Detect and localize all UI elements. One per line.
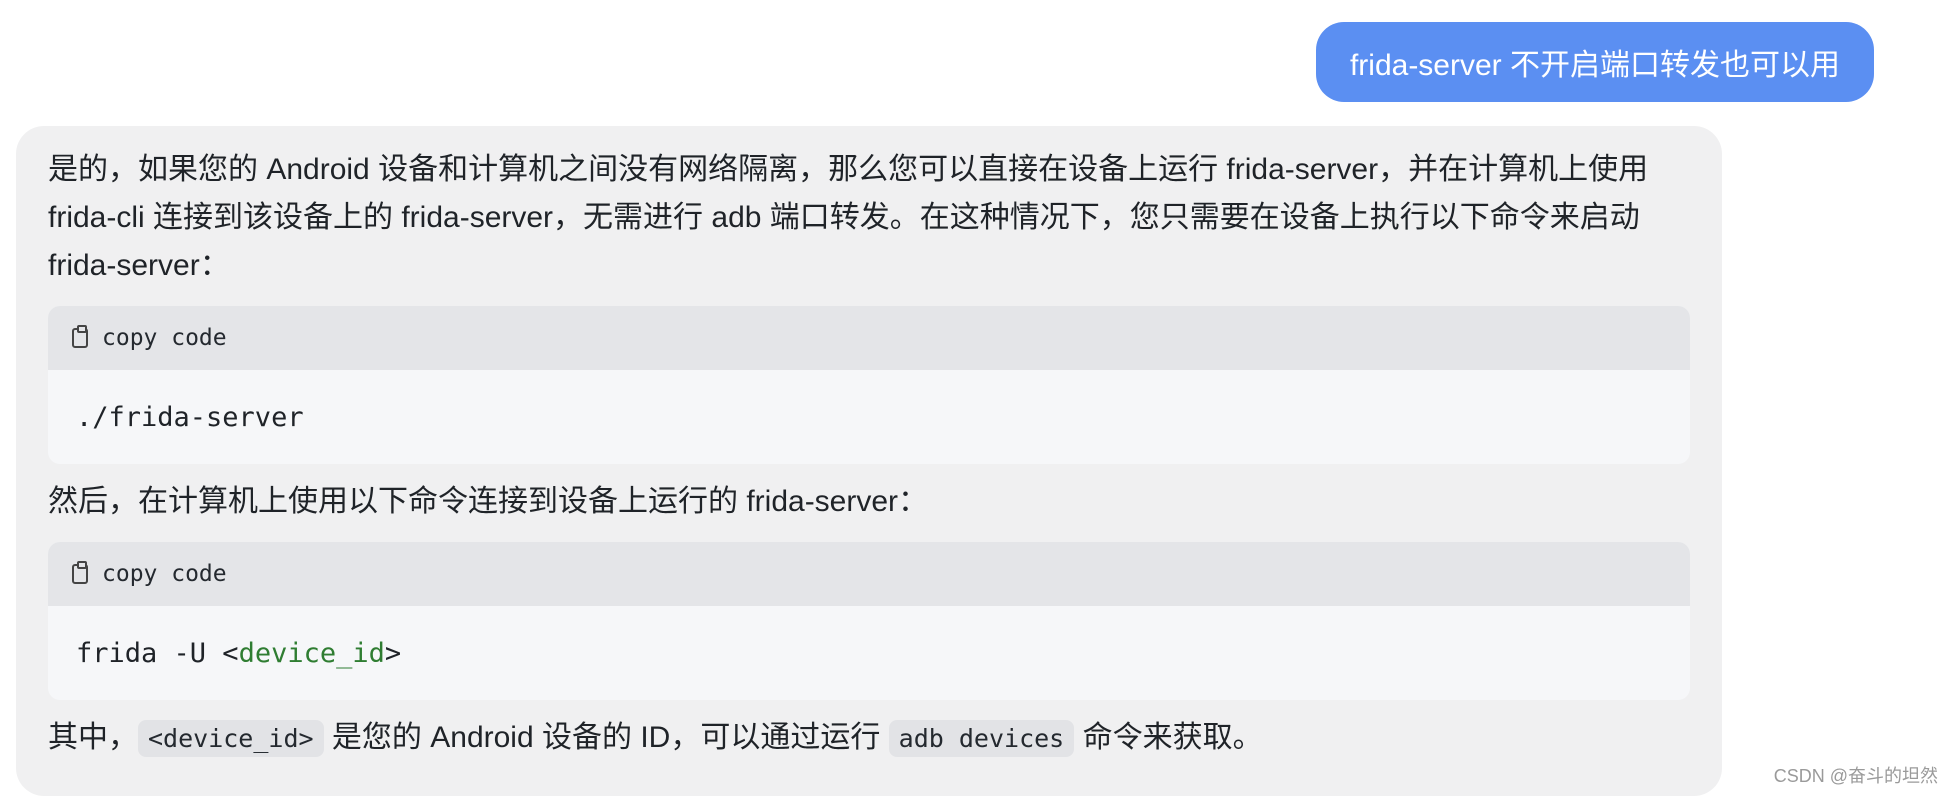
code-block-1: copy code ./frida-server [48, 306, 1690, 464]
watermark: CSDN @奋斗的坦然 [1773, 766, 1938, 786]
copy-code-label: copy code [102, 561, 227, 587]
code-content-1: ./frida-server [76, 401, 304, 433]
clipboard-icon [72, 325, 88, 348]
copy-code-label: copy code [102, 325, 227, 351]
user-message-bubble: frida-server 不开启端口转发也可以用 [1315, 22, 1874, 102]
copy-code-button-2[interactable]: copy code [48, 542, 1690, 606]
inline-code-adb-devices: adb devices [888, 720, 1075, 757]
assistant-paragraph-2: 然后，在计算机上使用以下命令连接到设备上运行的 frida-server： [48, 485, 929, 518]
paragraph-3-suffix: 命令来获取。 [1074, 721, 1263, 754]
code-placeholder: device_id [238, 637, 385, 669]
assistant-paragraph-1: 是的，如果您的 Android 设备和计算机之间没有网络隔离，那么您可以直接在设… [48, 153, 1649, 282]
code-block-2: copy code frida -U < device_id > [48, 542, 1690, 700]
inline-code-device-id: <device_id> [138, 720, 324, 757]
assistant-message-bubble: 是的，如果您的 Android 设备和计算机之间没有网络隔离，那么您可以直接在设… [16, 126, 1722, 796]
code-suffix: > [384, 637, 402, 669]
clipboard-icon [72, 561, 88, 584]
copy-code-button-1[interactable]: copy code [48, 306, 1690, 370]
user-message-text: frida-server 不开启端口转发也可以用 [1349, 49, 1840, 82]
assistant-paragraph-3: 其中， <device_id> 是您的 Android 设备的 ID，可以通过运行… [48, 714, 1690, 763]
paragraph-3-middle: 是您的 Android 设备的 ID，可以通过运行 [323, 721, 889, 754]
paragraph-3-prefix: 其中， [48, 721, 138, 754]
code-content-2: frida -U < device_id > [48, 606, 1690, 700]
code-prefix: frida -U < [76, 637, 239, 669]
